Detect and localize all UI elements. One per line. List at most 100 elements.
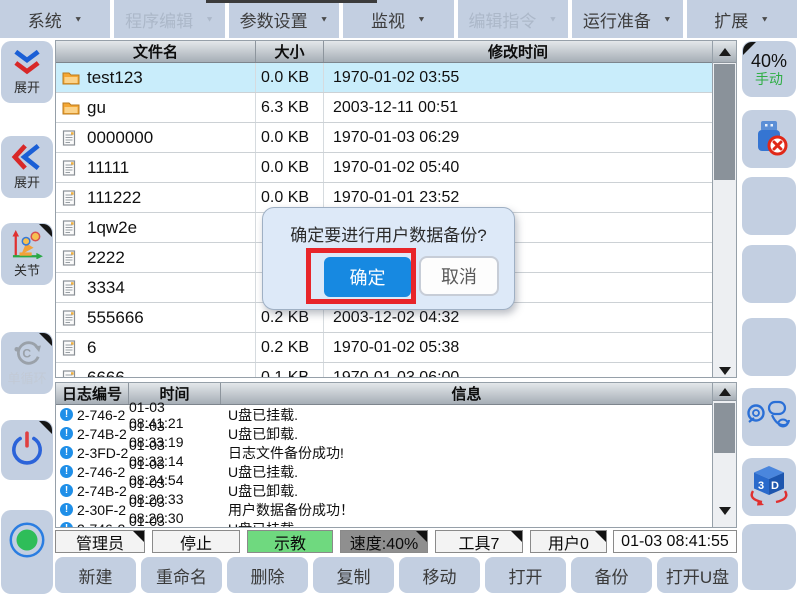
menu-item-label: 参数设置: [240, 7, 308, 32]
joint-mode-button[interactable]: 关节: [1, 223, 53, 285]
info-icon: !: [60, 465, 73, 478]
file-name-text: gu: [87, 98, 106, 118]
blank-button-2[interactable]: [742, 245, 796, 303]
action-button-6[interactable]: 打开: [485, 557, 566, 593]
file-time-cell: 2003-12-11 00:51: [324, 93, 712, 122]
action-button-1[interactable]: 新建: [55, 557, 136, 593]
status-cell-label: 01-03 08:41:55: [621, 533, 729, 551]
view-3d-button[interactable]: 3 D: [742, 458, 796, 516]
jog-control-button[interactable]: [742, 388, 796, 446]
scroll-down-button[interactable]: [713, 367, 736, 375]
svg-text:C: C: [22, 347, 31, 361]
menu-item-2[interactable]: 程序编辑▼: [114, 0, 224, 38]
blank-button-3[interactable]: [742, 318, 796, 376]
speed-mode-button[interactable]: 40% 手动: [742, 41, 796, 97]
status-cell-3[interactable]: 示教: [247, 530, 333, 553]
scrollbar-thumb[interactable]: [714, 64, 735, 180]
chevron-down-icon: ▼: [417, 15, 426, 24]
file-name-text: 0000000: [87, 128, 153, 148]
mode-value: 手动: [755, 71, 783, 87]
action-button-2[interactable]: 重命名: [141, 557, 222, 593]
table-row[interactable]: test1230.0 KB1970-01-02 03:55: [56, 63, 712, 93]
menu-item-label: 系统: [28, 7, 62, 32]
cancel-button[interactable]: 取消: [419, 256, 499, 296]
menu-item-label: 程序编辑: [125, 7, 193, 32]
action-button-8[interactable]: 打开U盘: [657, 557, 738, 593]
scroll-up-button[interactable]: [713, 41, 736, 63]
file-icon: [62, 250, 80, 266]
log-id-cell: !2-74B-2: [56, 483, 129, 499]
menu-item-5[interactable]: 编辑指令▼: [458, 0, 568, 38]
speed-value: 40%: [751, 51, 787, 72]
status-cell-7[interactable]: 01-03 08:41:55: [613, 530, 737, 553]
menu-item-3[interactable]: 参数设置▼: [229, 0, 339, 38]
menu-active-indicator: [206, 0, 377, 3]
column-header-filename[interactable]: 文件名: [56, 41, 256, 62]
log-scrollbar[interactable]: [712, 383, 736, 527]
menu-item-4[interactable]: 监视▼: [343, 0, 453, 38]
chevrons-left-icon: [11, 143, 43, 176]
menu-item-1[interactable]: 系统▼: [0, 0, 110, 38]
blank-button-4[interactable]: [742, 524, 796, 590]
log-id-cell: !2-3FD-2: [56, 445, 129, 461]
column-header-log-id[interactable]: 日志编号: [56, 383, 129, 404]
status-cell-1[interactable]: 管理员: [55, 530, 145, 553]
usb-eject-button[interactable]: [742, 110, 796, 168]
action-button-4[interactable]: 复制: [313, 557, 394, 593]
file-icon: [62, 160, 80, 176]
scrollbar-thumb[interactable]: [714, 403, 735, 453]
file-icon: [62, 130, 80, 146]
table-row[interactable]: 111110.0 KB1970-01-02 05:40: [56, 153, 712, 183]
ok-button[interactable]: 确定: [324, 257, 411, 297]
file-name-text: 6666: [87, 368, 125, 379]
log-id-cell: !2-746-2: [56, 464, 129, 480]
expand-left-button[interactable]: 展开: [1, 136, 53, 198]
file-icon: [62, 220, 80, 236]
info-icon: !: [60, 503, 73, 516]
file-size-cell: 0.0 KB: [256, 123, 324, 152]
file-icon: [62, 190, 80, 206]
scroll-down-icon: [719, 367, 731, 375]
menu-item-6[interactable]: 运行准备▼: [572, 0, 682, 38]
scroll-up-icon: [719, 48, 731, 56]
table-row[interactable]: gu6.3 KB2003-12-11 00:51: [56, 93, 712, 123]
file-scrollbar[interactable]: [712, 41, 736, 377]
chevron-down-icon: ▼: [760, 15, 769, 24]
menu-item-7[interactable]: 扩展▼: [687, 0, 797, 38]
column-header-size[interactable]: 大小: [256, 41, 324, 62]
action-button-5[interactable]: 移动: [399, 557, 480, 593]
scroll-down-button[interactable]: [713, 507, 736, 515]
chevron-down-icon: ▼: [548, 15, 557, 24]
status-cell-5[interactable]: 工具7: [435, 530, 523, 553]
log-message-cell: U盘已挂载.: [221, 519, 712, 529]
status-cell-2[interactable]: 停止: [152, 530, 240, 553]
blank-button-1[interactable]: [742, 177, 796, 235]
expand-down-button[interactable]: 展开: [1, 41, 53, 103]
action-button-3[interactable]: 删除: [227, 557, 308, 593]
single-cycle-label: 单循环: [7, 372, 46, 386]
status-cell-6[interactable]: 用户0: [530, 530, 607, 553]
log-row[interactable]: !2-746-201-03 08:20:19U盘已挂载.: [56, 519, 712, 528]
table-row[interactable]: 66660.1 KB1970-01-03 06:00: [56, 363, 712, 378]
log-id-text: 2-746-2: [77, 407, 125, 423]
column-header-modified[interactable]: 修改时间: [324, 41, 712, 62]
log-id-cell: !2-74B-2: [56, 426, 129, 442]
menu-bar: 系统▼程序编辑▼参数设置▼监视▼编辑指令▼运行准备▼扩展▼: [0, 0, 797, 38]
power-button[interactable]: [1, 420, 53, 480]
action-button-7[interactable]: 备份: [571, 557, 652, 593]
single-cycle-icon: C: [10, 339, 44, 372]
log-id-cell: !2-30F-2: [56, 502, 129, 518]
log-list: !2-746-201-03 08:41:21U盘已挂载.!2-74B-201-0…: [56, 405, 712, 528]
file-name-cell: 2222: [56, 243, 256, 272]
status-cell-4[interactable]: 速度:40%: [340, 530, 428, 553]
expand-down-label: 展开: [14, 81, 40, 95]
scroll-up-button[interactable]: [713, 383, 736, 401]
column-header-log-info[interactable]: 信息: [221, 383, 712, 404]
folder-icon: [62, 100, 80, 116]
table-row[interactable]: 60.2 KB1970-01-02 05:38: [56, 333, 712, 363]
single-cycle-button[interactable]: C 单循环: [1, 332, 53, 394]
file-name-text: 2222: [87, 248, 125, 268]
file-time-cell: 1970-01-03 06:29: [324, 123, 712, 152]
table-row[interactable]: 0000000 0.0 KB1970-01-03 06:29: [56, 123, 712, 153]
record-button[interactable]: [1, 510, 53, 594]
